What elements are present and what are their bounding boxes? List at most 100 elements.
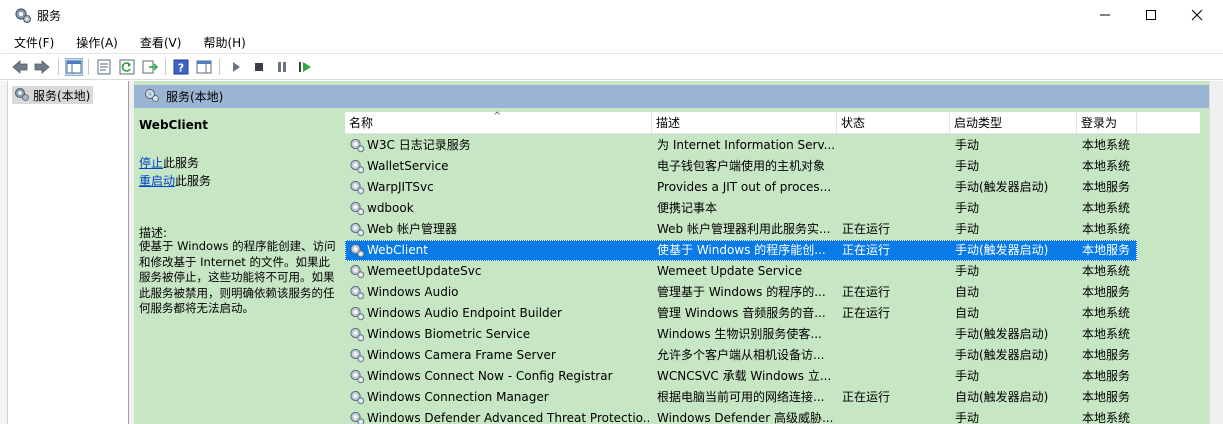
column-header-label: 名称	[349, 116, 374, 130]
table-row[interactable]: Web 帐户管理器 Web 帐户管理器利用此服务实... 正在运行 手动 本地系统	[345, 219, 1137, 240]
table-row[interactable]: Windows Connect Now - Config Registrar WC…	[345, 366, 1137, 387]
menu-file[interactable]: 文件(F)	[10, 34, 58, 51]
service-name: Windows Audio	[367, 285, 459, 299]
export-list-button[interactable]	[141, 58, 159, 76]
column-header-name[interactable]: 名称 ^	[345, 111, 652, 134]
service-startup-type: 手动(触发器启动)	[955, 243, 1049, 257]
gear-service-icon	[349, 137, 365, 153]
table-row[interactable]: Windows Biometric Service Windows 生物识别服务使…	[345, 324, 1137, 345]
restart-service-link[interactable]: 重启动	[139, 174, 175, 188]
service-startup-type: 手动(触发器启动)	[955, 348, 1049, 362]
properties-icon	[97, 59, 111, 75]
table-row[interactable]: WemeetUpdateSvc Wemeet Update Service 手动 本地…	[345, 261, 1137, 282]
column-header-label: 启动类型	[954, 116, 1003, 130]
service-startup-type: 自动	[955, 285, 980, 299]
service-name: Windows Connection Manager	[367, 390, 549, 404]
column-header-logon-as[interactable]: 登录为	[1077, 112, 1137, 134]
table-row[interactable]: Windows Audio Endpoint Builder 管理 Windows…	[345, 303, 1137, 324]
service-description: Windows Defender 高级威胁...	[657, 411, 834, 424]
service-logon-as: 本地服务	[1082, 285, 1131, 299]
tree-item-services-local[interactable]: 服务(本地)	[12, 86, 94, 105]
back-button[interactable]	[11, 58, 29, 76]
tree-item-label: 服务(本地)	[33, 88, 91, 103]
service-startup-type: 自动	[955, 306, 980, 320]
window-title: 服务	[37, 9, 62, 23]
service-status: 正在运行	[842, 285, 891, 299]
column-header-startup-type[interactable]: 启动类型	[950, 112, 1077, 134]
stop-icon	[255, 63, 263, 71]
gear-service-icon	[349, 158, 365, 174]
stop-link-line: 停止此服务	[139, 154, 199, 171]
show-hide-console-tree-button[interactable]	[65, 58, 83, 76]
table-row[interactable]: wdbook 便携记事本 手动 本地系统	[345, 198, 1137, 219]
service-logon-as: 本地系统	[1082, 138, 1131, 152]
start-service-button[interactable]	[227, 58, 245, 76]
service-logon-as: 本地系统	[1082, 411, 1131, 424]
restart-service-button[interactable]	[296, 58, 314, 76]
help-button[interactable]: ?	[172, 58, 190, 76]
service-logon-as: 本地服务	[1082, 348, 1131, 362]
forward-button[interactable]	[33, 58, 51, 76]
service-description: 使基于 Windows 的程序能创...	[657, 243, 826, 257]
menu-help[interactable]: 帮助(H)	[199, 34, 249, 51]
minimize-button[interactable]	[1082, 0, 1128, 30]
menu-action[interactable]: 操作(A)	[72, 34, 122, 51]
service-status	[842, 324, 942, 345]
pause-icon	[278, 62, 286, 72]
left-edge-strip	[0, 81, 8, 424]
column-header-status[interactable]: 状态	[837, 112, 950, 134]
toolbar-separator	[58, 59, 59, 75]
forward-arrow-icon	[34, 60, 50, 74]
service-status	[842, 198, 942, 219]
service-name: WarpJITSvc	[367, 180, 434, 194]
menu-view[interactable]: 查看(V)	[136, 34, 186, 51]
service-description: 便携记事本	[657, 201, 718, 215]
service-description: 管理基于 Windows 的程序的...	[657, 285, 826, 299]
table-row[interactable]: WarpJITSvc Provides a JIT out of proces..…	[345, 177, 1137, 198]
table-row[interactable]: Windows Camera Frame Server 允许多个客户端从相机设备访…	[345, 345, 1137, 366]
stop-service-link[interactable]: 停止	[139, 156, 163, 170]
service-startup-type: 手动	[955, 264, 980, 278]
table-row[interactable]: Windows Audio 管理基于 Windows 的程序的... 正在运行 自动 本…	[345, 282, 1137, 303]
close-button[interactable]	[1174, 0, 1220, 30]
service-startup-type: 手动	[955, 159, 980, 173]
action-pane-button[interactable]	[195, 58, 213, 76]
refresh-icon	[119, 59, 135, 75]
service-startup-type: 手动	[955, 201, 980, 215]
title-bar: 服务	[0, 0, 1223, 30]
service-name: Windows Biometric Service	[367, 327, 531, 341]
stop-service-button[interactable]	[250, 58, 268, 76]
service-logon-as: 本地系统	[1082, 306, 1131, 320]
service-description: 电子钱包客户端使用的主机对象	[657, 159, 826, 173]
service-description: 管理 Windows 音频服务的音...	[657, 306, 826, 320]
table-row[interactable]: W3C 日志记录服务 为 Internet Information Serv...…	[345, 135, 1137, 156]
gear-service-icon	[349, 179, 365, 195]
console-tree-icon	[66, 60, 82, 74]
export-icon	[142, 60, 158, 74]
service-name: W3C 日志记录服务	[367, 138, 471, 152]
pause-service-button[interactable]	[273, 58, 291, 76]
table-row[interactable]: WalletService 电子钱包客户端使用的主机对象 手动 本地系统	[345, 156, 1137, 177]
refresh-button[interactable]	[118, 58, 136, 76]
service-startup-type: 手动	[955, 222, 980, 236]
gear-service-icon	[349, 347, 365, 363]
gear-service-icon	[349, 305, 365, 321]
back-arrow-icon	[12, 60, 28, 74]
service-logon-as: 本地系统	[1082, 201, 1131, 215]
svg-text:?: ?	[178, 62, 184, 75]
maximize-button[interactable]	[1128, 0, 1174, 30]
action-pane-icon	[196, 60, 212, 74]
table-row[interactable]: WebClient 使基于 Windows 的程序能创... 正在运行 手动(触发器启…	[345, 240, 1137, 261]
gear-service-icon	[349, 284, 365, 300]
service-logon-as: 本地系统	[1082, 264, 1131, 278]
service-status: 正在运行	[842, 222, 891, 236]
table-row[interactable]: Windows Connection Manager 根据电脑当前可用的网络连接.…	[345, 387, 1137, 408]
selected-service-title: WebClient	[139, 118, 208, 132]
service-description: Windows 生物识别服务使客...	[657, 327, 822, 341]
properties-button[interactable]	[95, 58, 113, 76]
gear-service-icon	[14, 86, 30, 105]
column-header-description[interactable]: 描述	[652, 112, 837, 134]
service-status	[842, 345, 942, 366]
table-row[interactable]: Windows Defender Advanced Threat Protect…	[345, 408, 1137, 424]
sort-ascending-icon: ^	[493, 111, 502, 122]
